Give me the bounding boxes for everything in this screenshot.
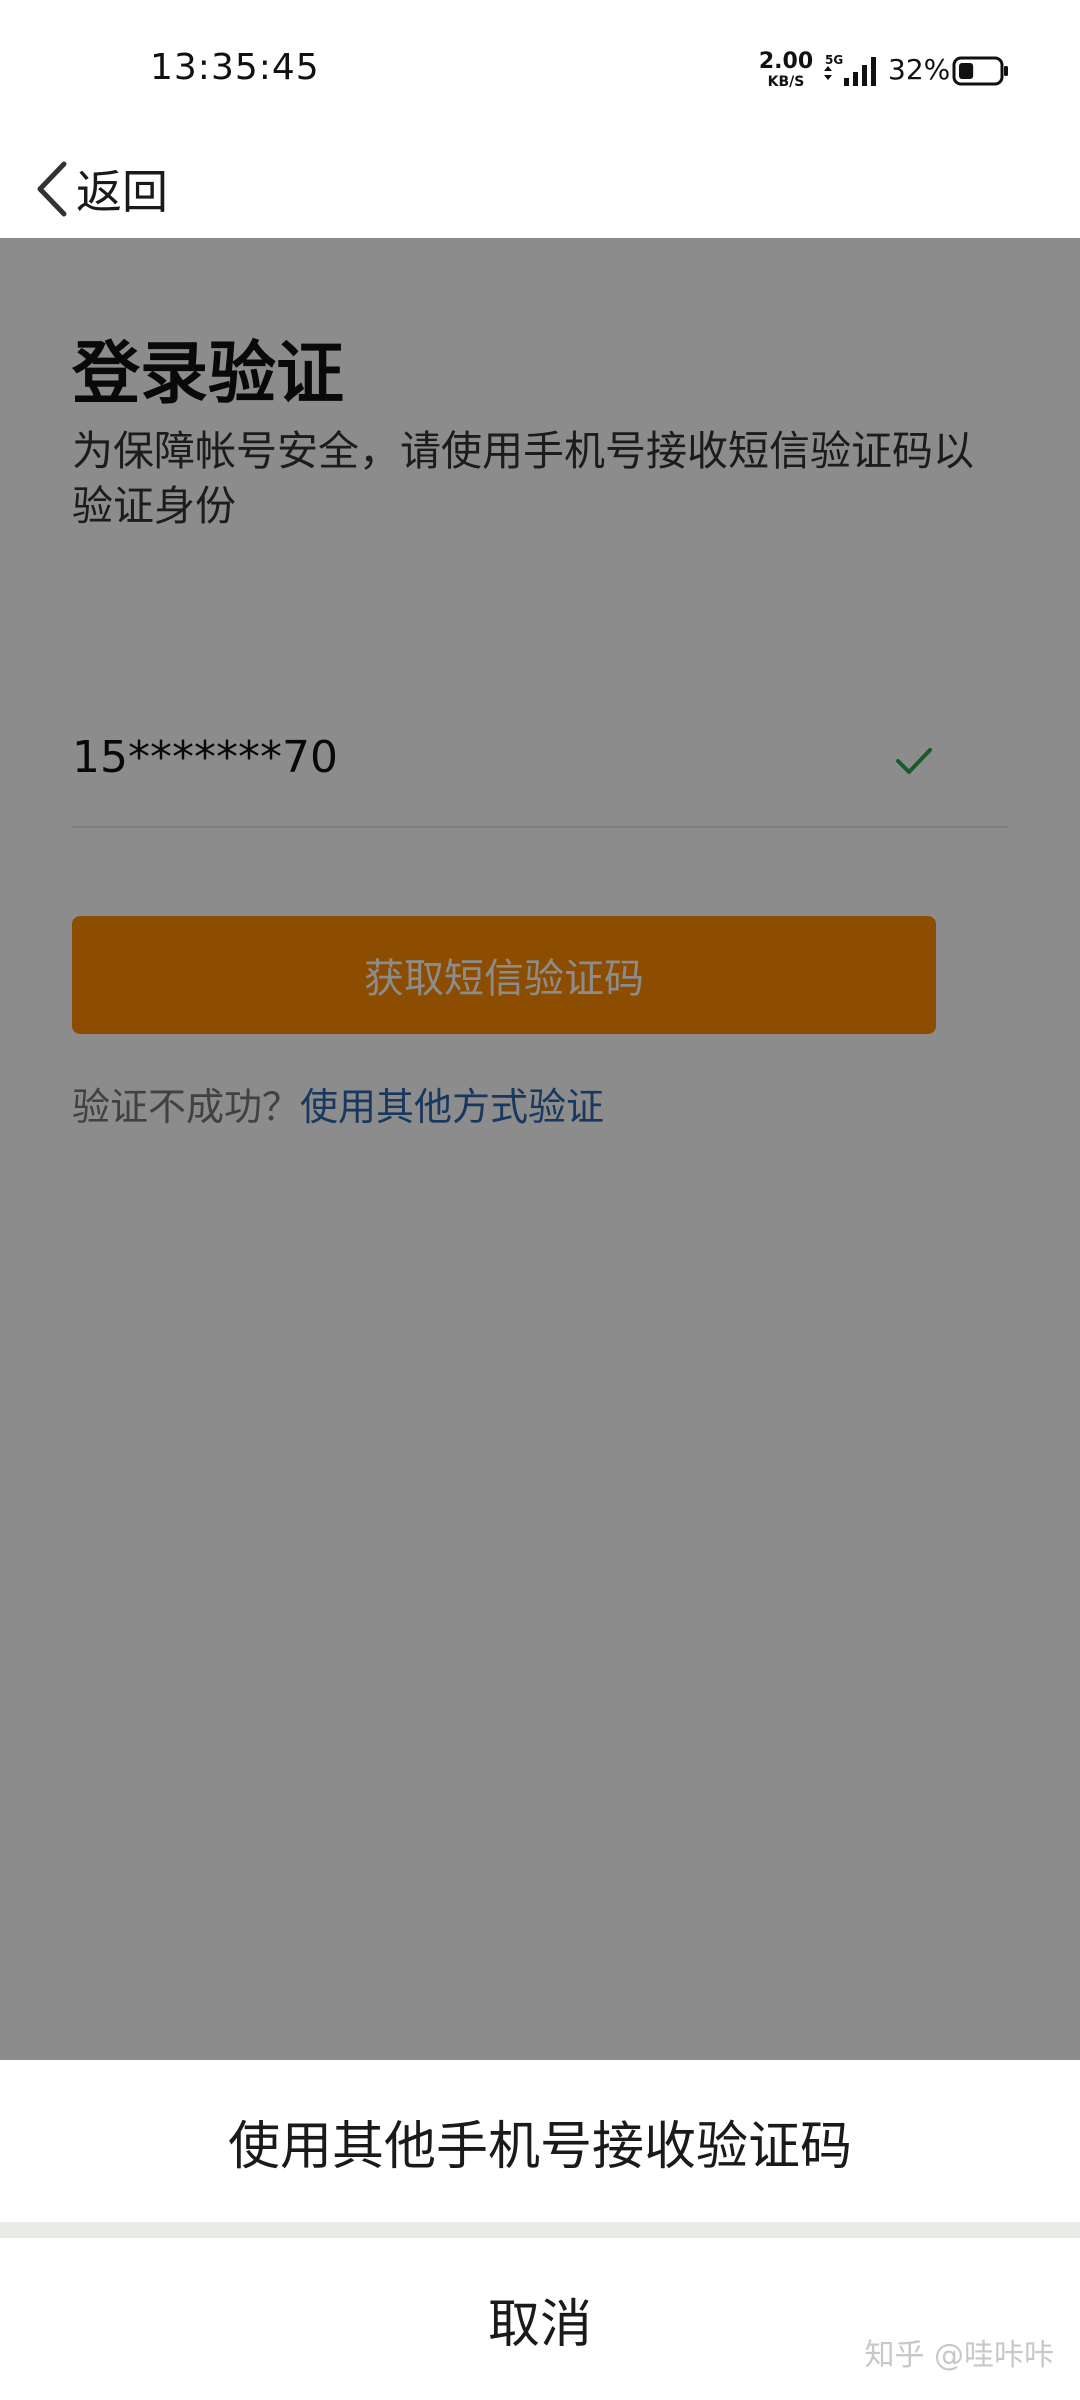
nav-bar: 返回 [0,140,1080,238]
back-button[interactable]: 返回 [30,140,168,238]
battery-percent: 32% [888,53,951,86]
sheet-divider [0,2222,1080,2238]
network-speed-unit: KB/S [767,74,805,90]
status-bar: 13:35:45 2.00 KB/S 5G 32% [0,0,1080,140]
status-time: 13:35:45 [150,47,320,88]
signal-5g-icon: 5G [824,53,876,86]
chevron-left-icon [37,161,67,217]
cancel-button[interactable]: 取消 [0,2238,1080,2400]
dim-overlay[interactable] [0,238,1080,2060]
watermark: 知乎 @哇咔咔 [864,2338,1054,2373]
battery-icon [952,56,1008,86]
back-label: 返回 [76,165,168,219]
screen: 13:35:45 2.00 KB/S 5G 32% 返回 登录验证 为保障帐号安… [0,0,1080,2400]
use-other-phone-option[interactable]: 使用其他手机号接收验证码 [0,2060,1080,2222]
network-speed-value: 2.00 [758,49,814,74]
network-type-label: 5G [825,53,843,67]
network-speed: 2.00 KB/S [758,49,814,91]
